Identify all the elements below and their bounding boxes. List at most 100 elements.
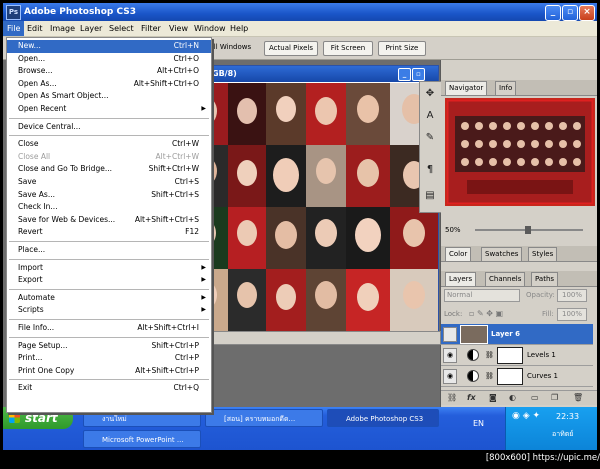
fit-screen-button[interactable]: Fit Screen	[323, 41, 373, 56]
menu-image[interactable]: Image	[46, 21, 79, 36]
menu-item-new[interactable]: New... Ctrl+N	[7, 40, 211, 53]
menu-item-label: Scripts	[18, 305, 44, 315]
visibility-eye-icon[interactable]: ◉	[443, 369, 457, 384]
menu-select[interactable]: Select	[105, 21, 138, 36]
layer-mask-thumbnail[interactable]	[497, 368, 523, 385]
layer-row-curves-1[interactable]: ◉ ⛓ Curves 1	[441, 366, 593, 387]
language-indicator[interactable]: EN	[473, 419, 484, 428]
layer-mask-thumbnail[interactable]	[497, 347, 523, 364]
document-title-bar[interactable]: GB/8) _ ▫	[184, 66, 438, 82]
menu-item-label: Revert	[18, 227, 43, 237]
visibility-eye-icon[interactable]: ◉	[443, 348, 457, 363]
link-icon[interactable]: ⛓	[447, 391, 457, 405]
menu-item-revert[interactable]: Revert F12	[7, 226, 211, 239]
fill-input[interactable]: 100%	[557, 308, 587, 321]
menu-filter[interactable]: Filter	[137, 21, 165, 36]
brush-tool-icon[interactable]: ✎	[422, 130, 438, 146]
tab-color[interactable]: Color	[445, 247, 472, 261]
right-panels: Navigator Info 50% Color Swatches Styles…	[441, 60, 597, 407]
tab-channels[interactable]: Channels	[485, 272, 526, 286]
taskbar-item-powerpoint[interactable]: Microsoft PowerPoint ...	[83, 430, 201, 448]
opacity-input[interactable]: 100%	[557, 289, 587, 302]
blend-mode-select[interactable]: Normal	[444, 289, 520, 302]
menu-item-label: Close	[18, 139, 39, 149]
move-tool-icon[interactable]: ✥	[422, 86, 438, 102]
menu-item-label: Page Setup...	[18, 340, 68, 350]
zoom-slider-thumb[interactable]	[525, 226, 531, 234]
tab-paths[interactable]: Paths	[531, 272, 559, 286]
tab-navigator[interactable]: Navigator	[445, 81, 488, 95]
menu-item-print[interactable]: Print... Ctrl+P	[7, 352, 211, 365]
document-canvas[interactable]	[184, 83, 438, 332]
menu-item-place[interactable]: Place...	[7, 244, 211, 257]
windows-logo-icon	[9, 412, 20, 423]
menu-item-export[interactable]: Export ▶	[7, 274, 211, 287]
tool-strip: ✥ A ✎ ¶ ▤	[419, 81, 443, 213]
actual-pixels-button[interactable]: Actual Pixels	[264, 41, 318, 56]
all-windows-checkbox-label[interactable]: All Windows	[209, 41, 251, 54]
layer-name[interactable]: Levels 1	[527, 345, 556, 365]
print-size-button[interactable]: Print Size	[378, 41, 426, 56]
text-tool-icon[interactable]: A	[422, 108, 438, 124]
maximize-button[interactable]: ▫	[562, 5, 578, 21]
menu-item-save[interactable]: Save Ctrl+S	[7, 176, 211, 189]
menu-item-check-in[interactable]: Check In...	[7, 201, 211, 214]
menu-item-save-for-web-devices[interactable]: Save for Web & Devices... Alt+Shift+Ctrl+…	[7, 214, 211, 227]
group-icon[interactable]: ▭	[531, 391, 539, 405]
paragraph-tool-icon[interactable]: ¶	[422, 162, 438, 178]
menu-item-exit[interactable]: Exit Ctrl+Q	[7, 382, 211, 395]
layer-row-levels-1[interactable]: ◉ ⛓ Levels 1	[441, 345, 593, 366]
menu-item-open-as-smart-object[interactable]: Open As Smart Object...	[7, 90, 211, 103]
tab-swatches[interactable]: Swatches	[481, 247, 523, 261]
menu-item-label: Save	[18, 177, 37, 186]
tab-info[interactable]: Info	[495, 81, 517, 95]
menu-file[interactable]: File	[3, 21, 25, 36]
close-button[interactable]: ×	[579, 5, 595, 21]
menu-item-page-setup[interactable]: Page Setup... Shift+Ctrl+P	[7, 340, 211, 353]
document-minimize-button[interactable]: _	[398, 68, 411, 81]
trash-icon[interactable]: 🗑	[573, 391, 583, 405]
menu-item-automate[interactable]: Automate ▶	[7, 292, 211, 305]
menu-item-close-and-go-to-bridge[interactable]: Close and Go To Bridge... Shift+Ctrl+W	[7, 163, 211, 176]
menu-item-save-as[interactable]: Save As... Shift+Ctrl+S	[7, 189, 211, 202]
menu-layer[interactable]: Layer	[76, 21, 106, 36]
navigator-thumbnail[interactable]	[445, 98, 595, 206]
menu-window[interactable]: Window	[190, 21, 230, 36]
menu-item-close[interactable]: Close Ctrl+W	[7, 138, 211, 151]
clock-time[interactable]: 22:33	[556, 412, 579, 421]
menu-edit[interactable]: Edit	[23, 21, 47, 36]
visibility-eye-icon[interactable]	[443, 327, 457, 342]
menu-help[interactable]: Help	[226, 21, 252, 36]
menu-item-open[interactable]: Open... Ctrl+O	[7, 53, 211, 66]
adjustment-icon[interactable]: ◐	[509, 391, 516, 405]
fx-icon[interactable]: fx	[467, 391, 476, 405]
tab-styles[interactable]: Styles	[528, 247, 558, 261]
layer-name[interactable]: Curves 1	[527, 366, 558, 386]
menu-item-browse[interactable]: Browse... Alt+Ctrl+O	[7, 65, 211, 78]
layer-row-layer-6[interactable]: Layer 6	[441, 324, 593, 345]
menu-item-scripts[interactable]: Scripts ▶	[7, 304, 211, 317]
mask-icon[interactable]: ◙	[489, 391, 497, 405]
menu-item-print-one-copy[interactable]: Print One Copy Alt+Shift+Ctrl+P	[7, 365, 211, 378]
lock-icons[interactable]: ▫ ✎ ✥ ▣	[469, 308, 503, 320]
taskbar-item-photoshop[interactable]: Adobe Photoshop CS3	[327, 409, 439, 427]
document-maximize-button[interactable]: ▫	[412, 68, 425, 81]
menu-item-shortcut: Alt+Ctrl+O	[157, 66, 199, 76]
minimize-button[interactable]: _	[545, 5, 561, 21]
menu-item-label: Place...	[18, 245, 46, 254]
menu-item-file-info[interactable]: File Info... Alt+Shift+Ctrl+I	[7, 322, 211, 335]
menu-item-device-central[interactable]: Device Central...	[7, 121, 211, 134]
layer-name[interactable]: Layer 6	[491, 324, 520, 344]
menu-item-open-as[interactable]: Open As... Alt+Shift+Ctrl+O	[7, 78, 211, 91]
new-layer-icon[interactable]: ❐	[551, 391, 558, 405]
tab-layers[interactable]: Layers	[445, 272, 477, 286]
menu-item-open-recent[interactable]: Open Recent ▶	[7, 103, 211, 116]
navigator-zoom-value[interactable]: 50%	[445, 224, 461, 236]
taskbar-item-browser[interactable]: [สอน] คราบหมอกดีด...	[205, 409, 323, 427]
layer-comps-icon[interactable]: ▤	[422, 188, 438, 204]
window-title: Adobe Photoshop CS3	[24, 7, 136, 17]
menu-item-import[interactable]: Import ▶	[7, 262, 211, 275]
tray-icons[interactable]: ◉ ◈ ✦	[512, 411, 540, 421]
menu-view[interactable]: View	[165, 21, 192, 36]
menu-item-shortcut: Alt+Ctrl+W	[155, 151, 199, 161]
